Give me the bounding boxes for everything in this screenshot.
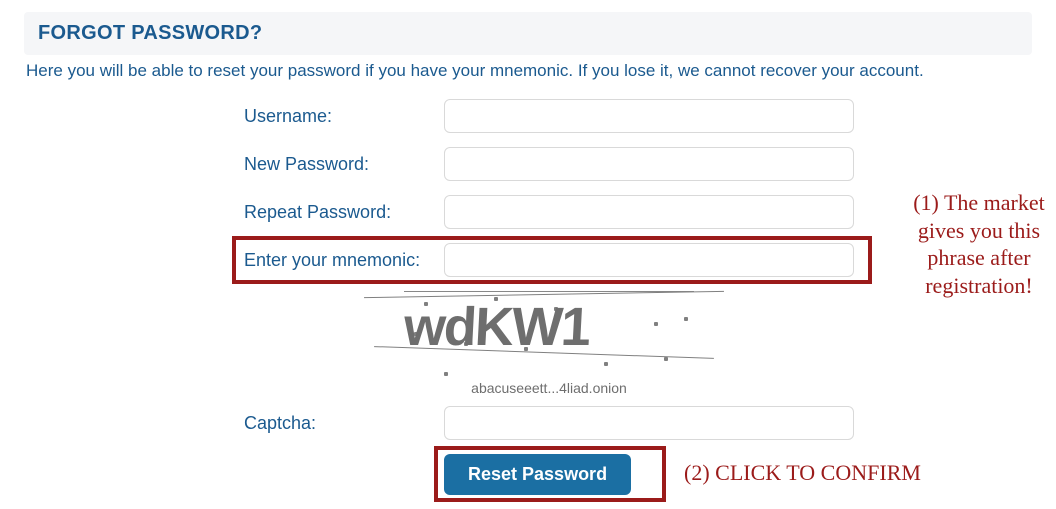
new-password-input[interactable] — [444, 147, 854, 181]
page-title: FORGOT PASSWORD? — [38, 22, 1018, 45]
mnemonic-input[interactable] — [444, 243, 854, 277]
annotation-bottom: (2) CLICK TO CONFIRM — [684, 460, 921, 486]
row-username: Username: — [24, 99, 1032, 133]
reset-password-button[interactable]: Reset Password — [444, 454, 631, 495]
annotation-right: (1) The market gives you this phrase aft… — [894, 189, 1056, 299]
captcha-image-wrap: wdKW1 abacuseeett...4liad.onion — [24, 291, 864, 396]
username-label: Username: — [24, 106, 444, 127]
row-new-password: New Password: — [24, 147, 1032, 181]
new-password-label: New Password: — [24, 154, 444, 175]
repeat-password-input[interactable] — [444, 195, 854, 229]
row-captcha: Captcha: — [24, 406, 1032, 440]
captcha-text: wdKW1 — [402, 296, 695, 358]
button-row: Reset Password (2) CLICK TO CONFIRM — [24, 454, 1032, 495]
mnemonic-label: Enter your mnemonic: — [24, 250, 444, 271]
instruction-text: Here you will be able to reset your pass… — [26, 61, 1030, 81]
username-input[interactable] — [444, 99, 854, 133]
form-area: Username: New Password: Repeat Password:… — [24, 99, 1032, 495]
row-repeat-password: Repeat Password: — [24, 195, 1032, 229]
captcha-label: Captcha: — [24, 413, 444, 434]
captcha-image: wdKW1 — [404, 291, 694, 386]
header-bar: FORGOT PASSWORD? — [24, 12, 1032, 55]
row-mnemonic: Enter your mnemonic: — [24, 243, 1032, 277]
captcha-input[interactable] — [444, 406, 854, 440]
repeat-password-label: Repeat Password: — [24, 202, 444, 223]
